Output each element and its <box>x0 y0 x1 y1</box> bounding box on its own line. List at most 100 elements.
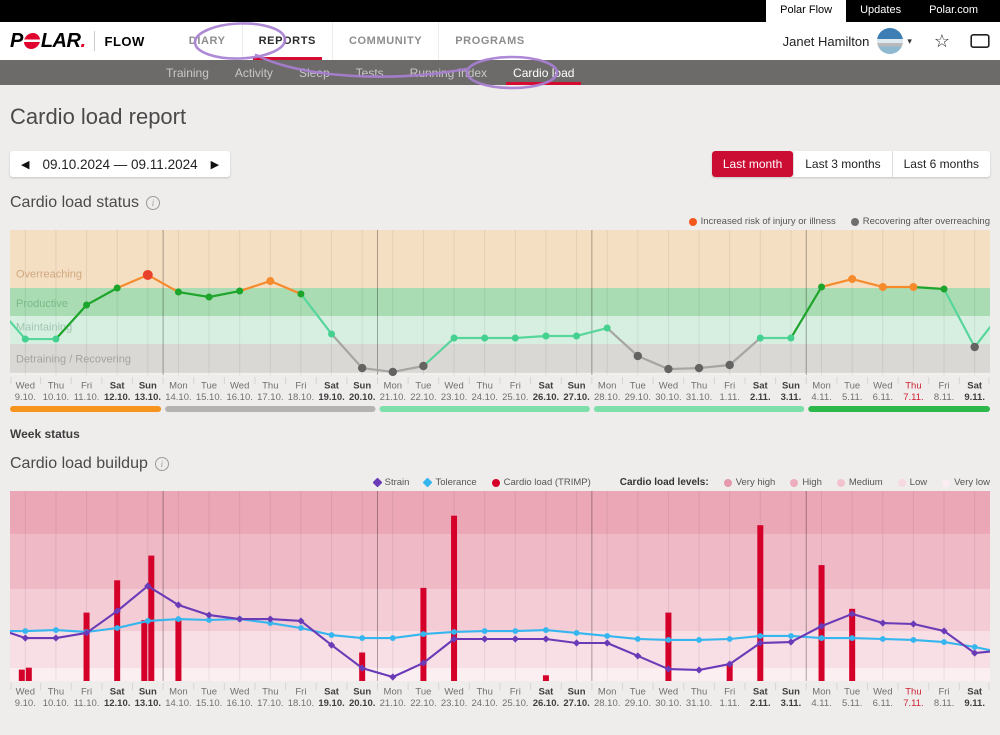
svg-text:Sun: Sun <box>568 687 586 698</box>
svg-text:18.10.: 18.10. <box>288 392 314 403</box>
page-title: Cardio load report <box>10 104 990 130</box>
avatar[interactable] <box>877 28 903 54</box>
svg-text:25.10.: 25.10. <box>502 698 528 709</box>
logo-letters: LAR <box>41 30 81 53</box>
subnav-item-training[interactable]: Training <box>153 60 222 85</box>
top-bar: Polar FlowUpdatesPolar.com <box>0 0 1000 22</box>
subnav-item-sleep[interactable]: Sleep <box>286 60 343 85</box>
svg-text:Tue: Tue <box>201 687 217 698</box>
svg-text:7.11.: 7.11. <box>903 392 923 403</box>
svg-text:Thu: Thu <box>476 687 492 698</box>
star-icon[interactable]: ☆ <box>934 32 950 50</box>
svg-text:11.10.: 11.10. <box>74 392 100 403</box>
logo-dot: . <box>80 30 85 53</box>
svg-text:28.10.: 28.10. <box>594 698 620 709</box>
svg-text:Tue: Tue <box>630 381 646 392</box>
svg-text:Sun: Sun <box>568 381 586 392</box>
svg-text:Tue: Tue <box>844 381 860 392</box>
svg-text:Thu: Thu <box>48 687 64 698</box>
chevron-down-icon[interactable]: ▾ <box>907 36 912 47</box>
header-right: Janet Hamilton ▾ ☆ <box>783 28 990 54</box>
svg-text:Fri: Fri <box>81 687 92 698</box>
svg-text:5.11.: 5.11. <box>842 392 862 403</box>
svg-text:Sat: Sat <box>324 381 340 392</box>
svg-text:Tue: Tue <box>844 687 860 698</box>
nav-item-community[interactable]: COMMUNITY <box>332 22 438 60</box>
portal-tab-polar-com[interactable]: Polar.com <box>915 0 992 22</box>
svg-text:Sun: Sun <box>782 381 800 392</box>
subnav-item-cardio-load[interactable]: Cardio load <box>500 60 587 85</box>
user-name[interactable]: Janet Hamilton <box>783 34 870 49</box>
main-nav: DIARYREPORTSCOMMUNITYPROGRAMS <box>173 22 541 60</box>
info-icon[interactable] <box>146 196 160 210</box>
legend-item-recovering-after-overreaching: Recovering after overreaching <box>851 216 990 227</box>
svg-text:Mon: Mon <box>812 381 830 392</box>
info-icon[interactable] <box>155 457 169 471</box>
polar-logo[interactable]: PLAR. <box>10 30 86 53</box>
svg-text:Sat: Sat <box>324 687 340 698</box>
svg-text:Fri: Fri <box>939 381 950 392</box>
feedback-icon[interactable] <box>970 33 990 49</box>
legend-label: Low <box>910 477 927 488</box>
svg-text:Wed: Wed <box>444 381 463 392</box>
subnav-item-tests[interactable]: Tests <box>343 60 397 85</box>
svg-text:15.10.: 15.10. <box>196 698 222 709</box>
svg-text:Productive: Productive <box>16 298 68 310</box>
subnav-item-activity[interactable]: Activity <box>222 60 286 85</box>
svg-text:20.10.: 20.10. <box>349 698 375 709</box>
svg-text:26.10.: 26.10. <box>533 698 559 709</box>
nav-item-diary[interactable]: DIARY <box>173 22 242 60</box>
report-subnav: TrainingActivitySleepTestsRunning IndexC… <box>0 60 1000 85</box>
svg-text:Sat: Sat <box>967 687 983 698</box>
svg-text:15.10.: 15.10. <box>196 392 222 403</box>
svg-text:10.10.: 10.10. <box>43 698 69 709</box>
svg-text:3.11.: 3.11. <box>781 392 802 403</box>
svg-text:Thu: Thu <box>48 381 64 392</box>
svg-text:21.10.: 21.10. <box>380 392 406 403</box>
svg-text:25.10.: 25.10. <box>502 392 528 403</box>
svg-text:1.11.: 1.11. <box>719 392 739 403</box>
legend-item-increased-risk-of-injury-or-illness: Increased risk of injury or illness <box>689 216 836 227</box>
legend-item-cardio-load-trimp-: Cardio load (TRIMP) <box>492 477 591 488</box>
svg-text:Wed: Wed <box>873 687 892 698</box>
portal-tab-polar-flow[interactable]: Polar Flow <box>766 0 846 22</box>
subnav-item-running-index[interactable]: Running Index <box>397 60 500 85</box>
next-period-button[interactable]: ▶ <box>209 156 221 173</box>
legend-level-medium: Medium <box>837 477 883 488</box>
svg-text:Tue: Tue <box>630 687 646 698</box>
legend-level-high: High <box>790 477 822 488</box>
date-range-nav: ◀ 09.10.2024 — 09.11.2024 ▶ <box>10 151 230 177</box>
svg-text:1.11.: 1.11. <box>719 698 739 709</box>
legend-dot <box>689 218 697 226</box>
prev-period-button[interactable]: ◀ <box>19 156 31 173</box>
legend-marker <box>372 478 382 488</box>
range-buttons: Last monthLast 3 monthsLast 6 months <box>712 151 990 177</box>
nav-item-programs[interactable]: PROGRAMS <box>438 22 541 60</box>
svg-text:Fri: Fri <box>724 381 735 392</box>
logo-o-icon <box>23 33 41 49</box>
svg-text:Sat: Sat <box>110 687 126 698</box>
range-button-last-3-months[interactable]: Last 3 months <box>793 151 891 177</box>
svg-text:Sat: Sat <box>753 687 769 698</box>
svg-text:19.10.: 19.10. <box>318 698 344 709</box>
portal-tab-updates[interactable]: Updates <box>846 0 915 22</box>
svg-text:Fri: Fri <box>510 687 521 698</box>
svg-text:Overreaching: Overreaching <box>16 269 82 281</box>
svg-text:Thu: Thu <box>905 381 921 392</box>
nav-item-reports[interactable]: REPORTS <box>242 22 332 60</box>
svg-text:28.10.: 28.10. <box>594 392 620 403</box>
legend-label: Cardio load (TRIMP) <box>504 477 591 488</box>
legend-level-very-low: Very low <box>942 477 990 488</box>
legend-label: Very high <box>736 477 776 488</box>
svg-text:26.10.: 26.10. <box>533 392 559 403</box>
svg-text:Mon: Mon <box>812 687 830 698</box>
svg-text:Thu: Thu <box>905 687 921 698</box>
legend-label: Very low <box>954 477 990 488</box>
legend-label: Medium <box>849 477 883 488</box>
svg-text:6.11.: 6.11. <box>873 698 893 709</box>
range-button-last-month[interactable]: Last month <box>712 151 793 177</box>
cardio-load-status-chart: Detraining / RecoveringMaintainingProduc… <box>10 230 990 424</box>
svg-text:24.10.: 24.10. <box>471 392 497 403</box>
range-button-last-6-months[interactable]: Last 6 months <box>892 151 990 177</box>
svg-text:Tue: Tue <box>415 687 431 698</box>
